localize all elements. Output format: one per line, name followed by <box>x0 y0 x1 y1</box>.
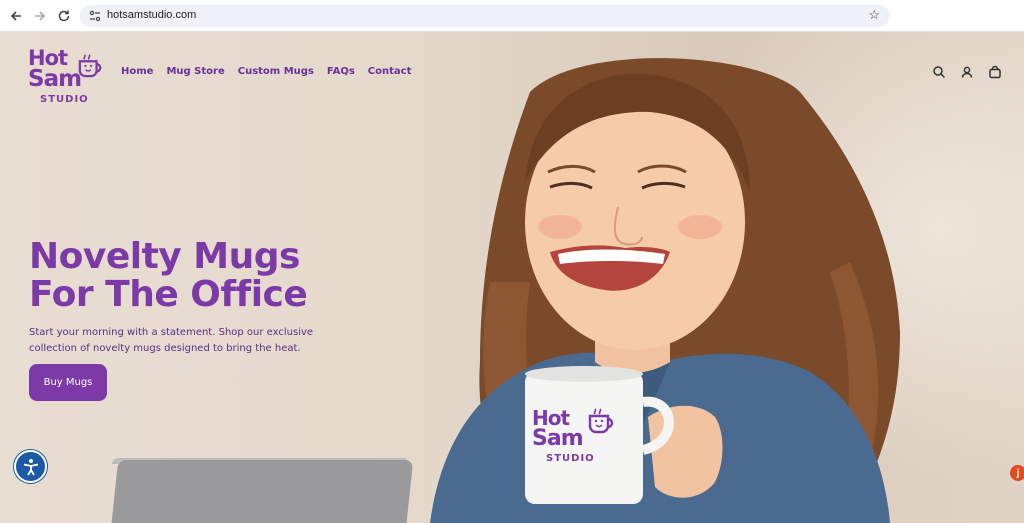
browser-toolbar: hotsamstudio.com ☆ <box>0 0 1024 32</box>
mug-logo-sam: Sam <box>532 426 584 451</box>
nav-contact[interactable]: Contact <box>368 66 412 77</box>
site-info-icon[interactable] <box>88 9 102 23</box>
hero-photo-woman <box>430 58 900 523</box>
mug-logo-studio: STUDIO <box>546 453 595 464</box>
accessibility-icon[interactable] <box>14 450 47 483</box>
account-icon[interactable] <box>960 65 974 79</box>
header-icons <box>932 65 1002 79</box>
forward-arrow-icon[interactable] <box>30 6 50 26</box>
address-bar[interactable]: hotsamstudio.com ☆ <box>80 5 890 27</box>
chat-badge[interactable]: j <box>1010 465 1024 481</box>
mug-logo: Hot Sam STUDIO <box>532 406 632 476</box>
search-icon[interactable] <box>932 65 946 79</box>
nav-custom-mugs[interactable]: Custom Mugs <box>238 66 314 77</box>
main-nav: Home Mug Store Custom Mugs FAQs Contact <box>121 66 411 77</box>
hero-headline-line2: For The Office <box>29 274 308 315</box>
logo-studio: STUDIO <box>40 94 89 105</box>
nav-mug-store[interactable]: Mug Store <box>166 66 224 77</box>
nav-faqs[interactable]: FAQs <box>327 66 355 77</box>
hero-headline-line1: Novelty Mugs <box>29 236 300 277</box>
nav-home[interactable]: Home <box>121 66 153 77</box>
url-text: hotsamstudio.com <box>107 9 197 21</box>
logo-cup-icon <box>78 54 102 78</box>
buy-mugs-button[interactable]: Buy Mugs <box>29 364 107 401</box>
bookmark-star-icon[interactable]: ☆ <box>868 7 880 23</box>
hero-section: Hot Sam STUDIO Hot Sam STUDIO Home Mug S… <box>0 32 1024 523</box>
laptop <box>109 460 414 523</box>
cart-icon[interactable] <box>988 65 1002 79</box>
reload-icon[interactable] <box>54 6 74 26</box>
hero-headline: Novelty Mugs For The Office <box>29 236 308 315</box>
mug-logo-cup-icon <box>588 408 614 434</box>
back-arrow-icon[interactable] <box>6 6 26 26</box>
site-logo[interactable]: Hot Sam STUDIO <box>28 46 118 110</box>
hero-subtext: Start your morning with a statement. Sho… <box>29 327 314 354</box>
